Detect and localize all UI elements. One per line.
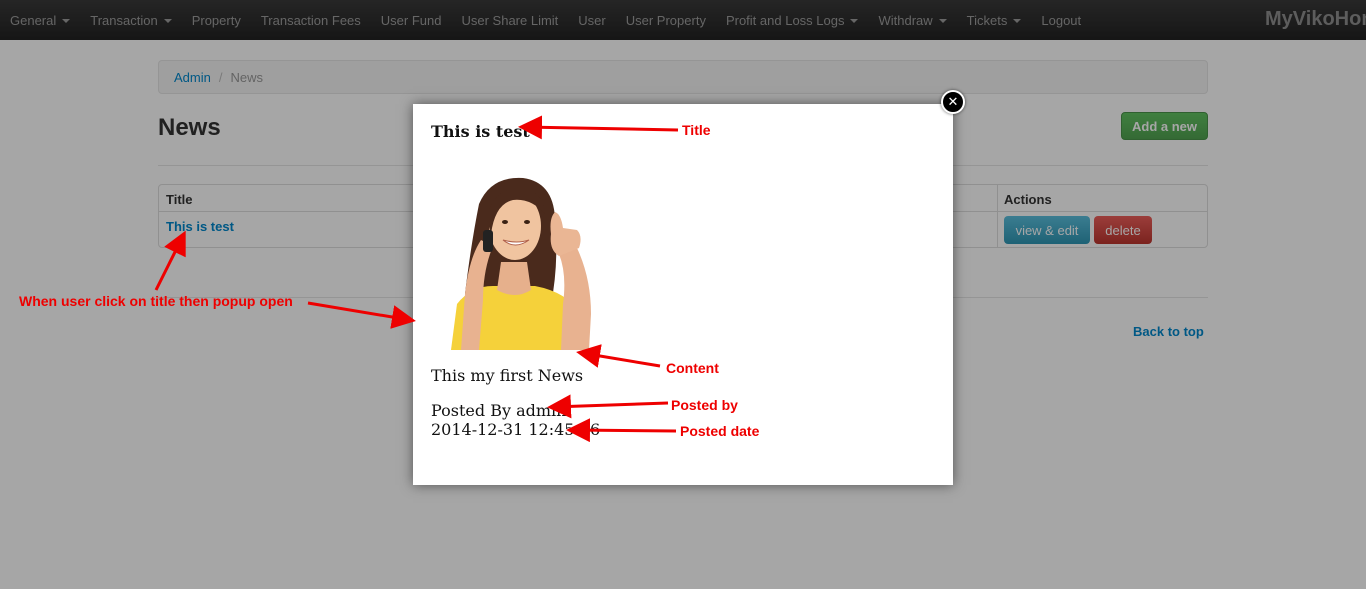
annotation-posted-date: Posted date <box>680 423 760 439</box>
close-icon[interactable]: ✕ <box>941 90 965 114</box>
annotation-posted-by: Posted by <box>671 397 738 413</box>
popup-title: This is test <box>431 122 530 141</box>
posted-date: 2014-12-31 12:45:06 <box>431 420 601 439</box>
popup-meta: Posted By admin 2014-12-31 12:45:06 <box>431 401 600 439</box>
annotation-click-note: When user click on title then popup open <box>19 293 293 309</box>
news-image <box>431 174 599 350</box>
popup-content: This my first News <box>431 366 584 385</box>
annotation-content: Content <box>666 360 719 376</box>
posted-by: Posted By admin <box>431 401 567 420</box>
annotation-title: Title <box>682 122 711 138</box>
